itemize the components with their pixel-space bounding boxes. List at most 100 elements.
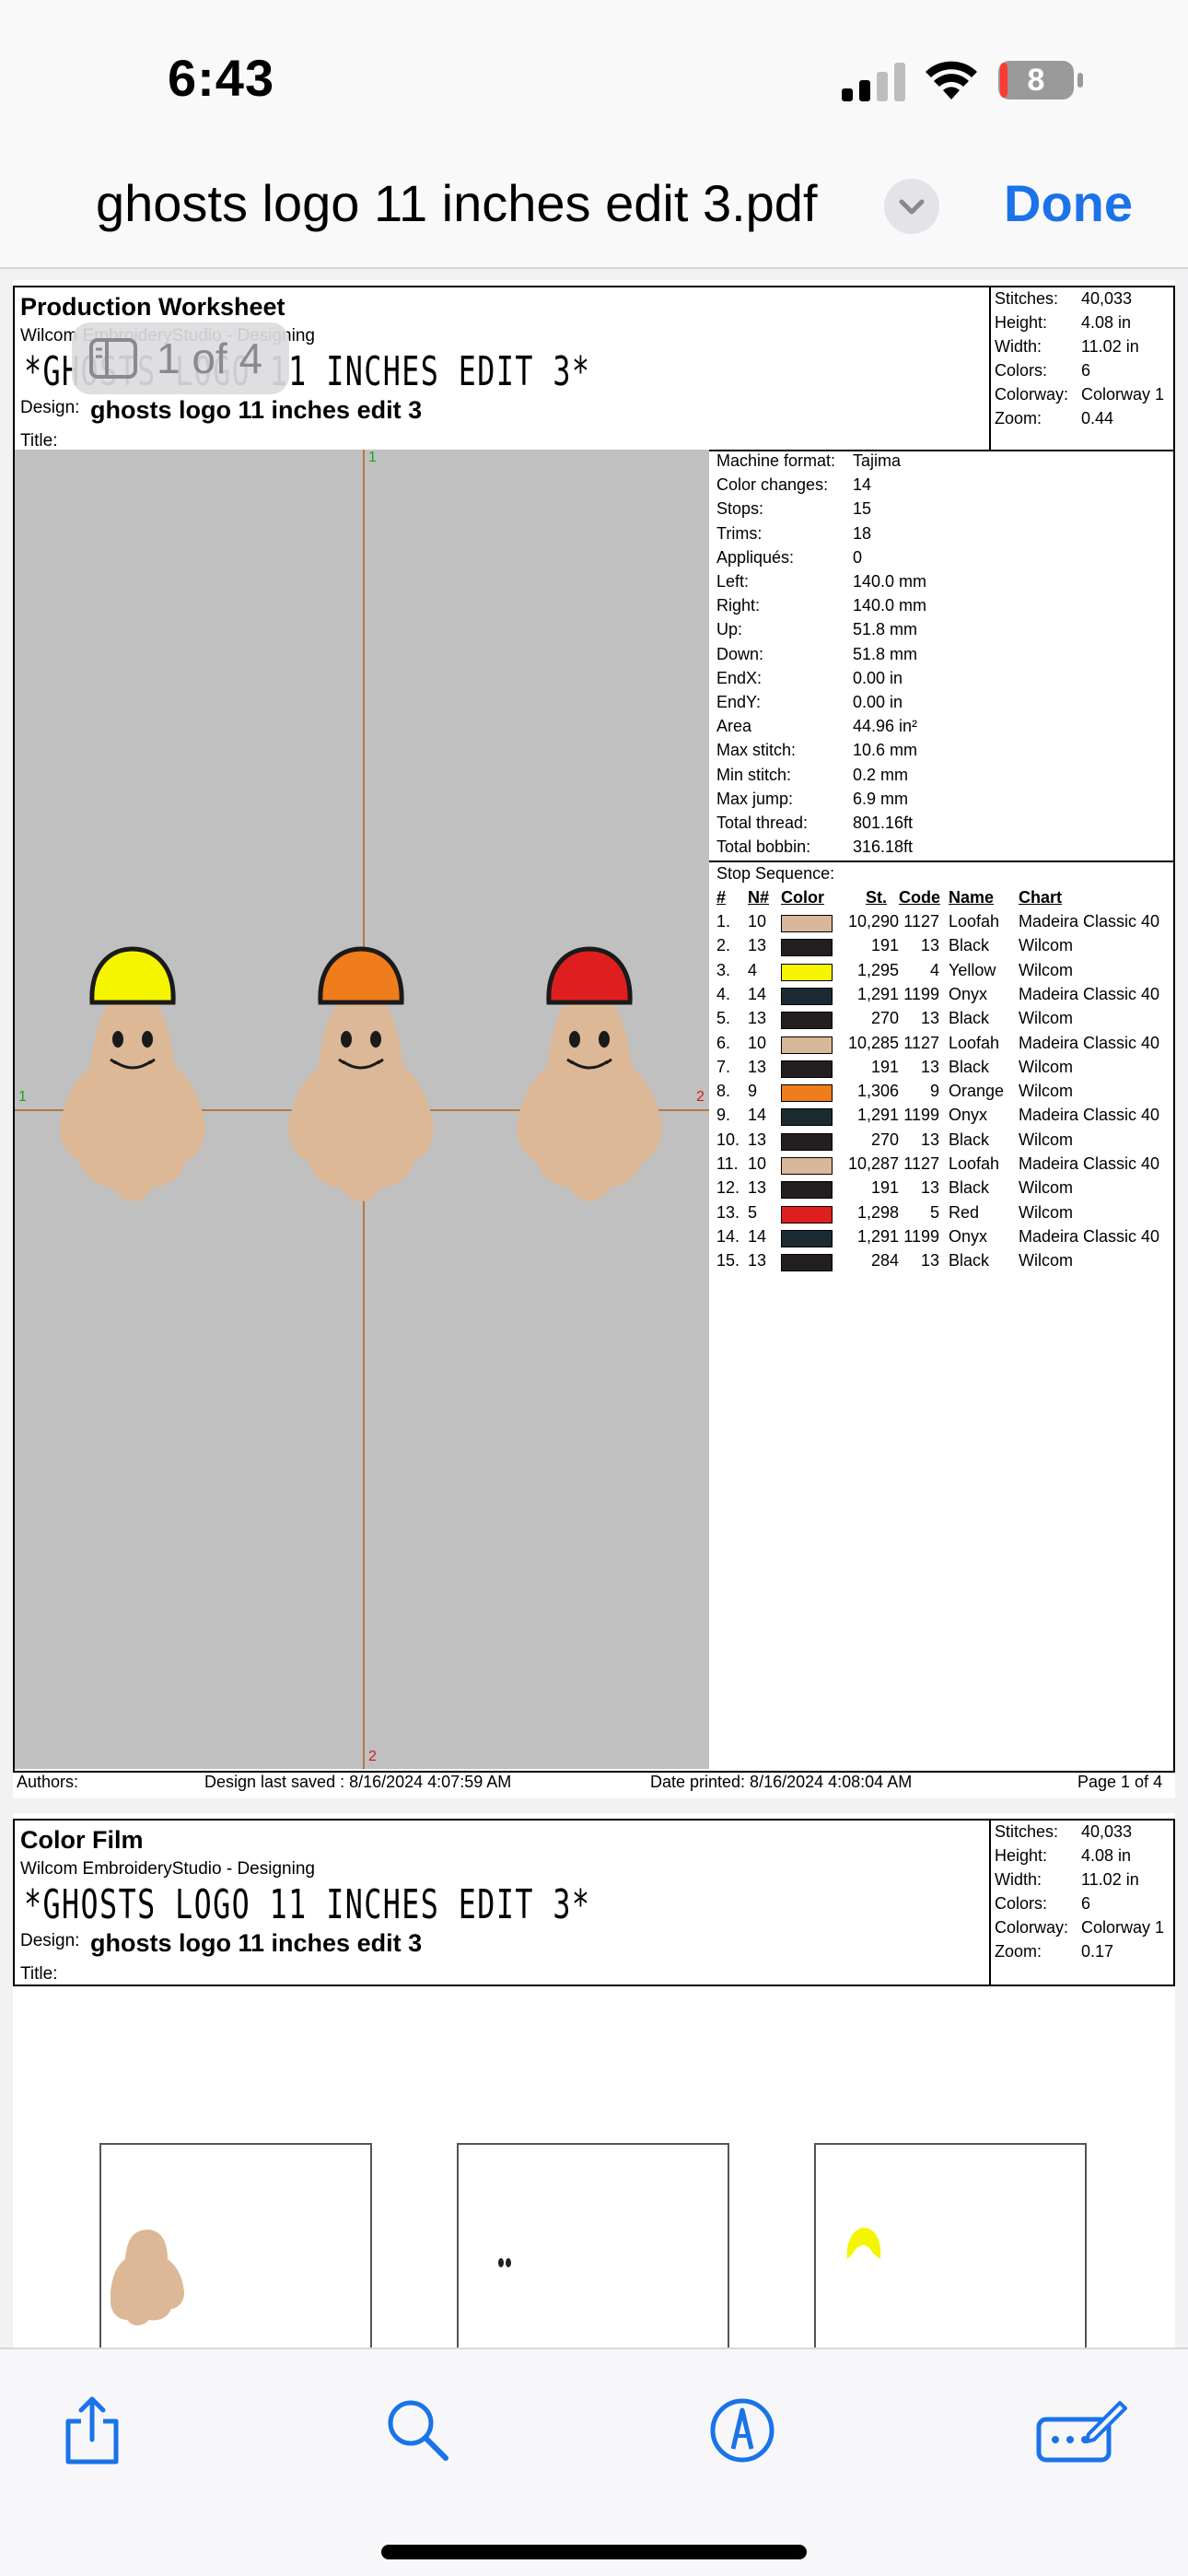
markup-icon[interactable] <box>705 2394 779 2467</box>
annotate-icon[interactable] <box>1035 2394 1127 2467</box>
stop-num: 13. <box>716 1202 740 1222</box>
machine-info-key: Right: <box>716 596 761 615</box>
design-name-banner: *GHOSTS LOGO 11 INCHES EDIT 3* <box>24 1881 591 1928</box>
stop-num: 14. <box>716 1226 740 1246</box>
machine-info-value: 18 <box>853 523 872 543</box>
stop-chart: Wilcom <box>1019 1202 1073 1222</box>
stop-code: 13 <box>920 1178 939 1198</box>
stop-st: 1,298 <box>856 1202 899 1222</box>
color-swatch <box>781 1060 833 1078</box>
stat-value: 6 <box>1081 1894 1091 1913</box>
color-swatch <box>781 1254 833 1272</box>
stop-code: 1127 <box>903 1154 939 1173</box>
stop-num: 12. <box>716 1178 740 1198</box>
stop-st: 270 <box>870 1009 899 1028</box>
design-label: Design: <box>20 1931 80 1950</box>
stop-code: 1199 <box>903 1226 939 1246</box>
stop-row: 8. 9 1,306 9 Orange Wilcom <box>715 1082 1173 1106</box>
machine-info-value: 10.6 mm <box>853 741 918 760</box>
color-swatch <box>781 915 833 932</box>
stop-chart: Wilcom <box>1019 960 1073 979</box>
title-menu-button[interactable] <box>884 179 939 234</box>
stop-n: 13 <box>748 1251 767 1270</box>
machine-info-value: 801.16ft <box>853 814 914 832</box>
stop-st: 191 <box>870 1178 899 1198</box>
stop-n: 14 <box>748 1106 767 1125</box>
stat-value: 40,033 <box>1081 1822 1133 1841</box>
machine-info-value: 0.00 in <box>853 693 903 711</box>
stop-name: Black <box>949 936 990 955</box>
share-icon[interactable] <box>55 2394 129 2467</box>
hat-preview <box>846 2228 881 2259</box>
machine-info-value: 15 <box>853 499 872 519</box>
stop-row: 9. 14 1,291 1199 Onyx Madeira Classic 40 <box>715 1106 1173 1130</box>
color-swatch <box>781 1229 833 1247</box>
stop-chart: Wilcom <box>1019 1130 1073 1149</box>
machine-info-key: Left: <box>716 572 750 591</box>
stop-n: 13 <box>748 1009 767 1028</box>
stat-value: 0.44 <box>1081 409 1114 427</box>
stop-chart: Wilcom <box>1019 1057 1073 1076</box>
machine-info-key: Area <box>716 717 752 736</box>
machine-info-value: 0.2 mm <box>853 765 909 784</box>
machine-info-key: Color changes: <box>716 475 829 495</box>
stop-chart: Madeira Classic 40 <box>1019 912 1160 931</box>
wifi-icon <box>926 61 977 100</box>
stop-name: Red <box>949 1202 980 1222</box>
stop-chart: Wilcom <box>1019 1251 1073 1270</box>
color-swatch <box>781 1132 833 1151</box>
stop-row: 3. 4 1,295 4 Yellow Wilcom <box>715 961 1173 985</box>
stop-num: 1. <box>716 912 731 931</box>
stop-n: 14 <box>748 1226 767 1246</box>
pdf-page-2[interactable]: Color Film Wilcom EmbroideryStudio - Des… <box>13 1813 1175 2355</box>
stop-row: 12. 13 191 13 Black Wilcom <box>715 1178 1173 1202</box>
stop-name: Black <box>949 1009 990 1028</box>
stop-chart: Wilcom <box>1019 1082 1073 1101</box>
color-swatch <box>781 1012 833 1030</box>
stop-st: 191 <box>870 1057 899 1076</box>
stat-key: Colorway: <box>995 1918 1069 1937</box>
stat-value: Colorway 1 <box>1081 1918 1165 1937</box>
stop-st: 1,291 <box>856 984 899 1003</box>
stop-row: 2. 13 191 13 Black Wilcom <box>715 936 1173 960</box>
stop-st: 1,291 <box>856 1106 899 1125</box>
machine-info-value: 51.8 mm <box>853 644 918 663</box>
machine-info-value: 316.18ft <box>853 837 914 857</box>
stat-key: Width: <box>995 337 1042 356</box>
stop-st: 10,287 <box>847 1154 899 1173</box>
stop-n: 13 <box>748 1178 767 1198</box>
stat-value: 6 <box>1081 361 1091 380</box>
stat-key: Stitches: <box>995 289 1059 308</box>
stop-name: Black <box>949 1057 990 1076</box>
machine-info-value: 0.00 in <box>853 668 903 687</box>
machine-info-value: 140.0 mm <box>853 596 927 615</box>
stop-num: 11. <box>716 1154 739 1173</box>
stop-code: 13 <box>920 1057 939 1076</box>
status-bar: 6:43 8 <box>0 0 1188 157</box>
stop-row: 1. 10 10,290 1127 Loofah Madeira Classic 40 <box>715 912 1173 936</box>
search-icon[interactable] <box>381 2394 455 2467</box>
machine-info-key: Trims: <box>716 523 763 543</box>
battery-level: 8 <box>1027 63 1045 98</box>
stop-num: 4. <box>716 984 731 1003</box>
stop-st: 10,290 <box>847 912 899 931</box>
stop-name: Onyx <box>949 1106 988 1125</box>
stop-n: 9 <box>748 1082 758 1101</box>
stop-num: 2. <box>716 936 731 955</box>
pdf-page-1[interactable]: Production Worksheet Wilcom EmbroiderySt… <box>13 280 1175 1798</box>
done-button[interactable]: Done <box>1004 173 1133 233</box>
stop-row: 14. 14 1,291 1199 Onyx Madeira Classic 40 <box>715 1227 1173 1251</box>
machine-info-key: Stops: <box>716 499 764 519</box>
stop-chart: Madeira Classic 40 <box>1019 1226 1160 1246</box>
stop-n: 5 <box>748 1202 758 1222</box>
stat-value: Colorway 1 <box>1081 385 1165 404</box>
stop-st: 10,285 <box>847 1033 899 1052</box>
footer-saved: Design last saved : 8/16/2024 4:07:59 AM <box>204 1773 512 1791</box>
stop-st: 1,291 <box>856 1226 899 1246</box>
stop-chart: Wilcom <box>1019 1178 1073 1198</box>
footer-authors: Authors: <box>17 1773 79 1791</box>
col-n: N# <box>748 888 770 907</box>
stop-code: 4 <box>929 960 939 979</box>
worksheet-title: Production Worksheet <box>20 293 285 321</box>
film-tile-2 <box>457 2143 729 2355</box>
